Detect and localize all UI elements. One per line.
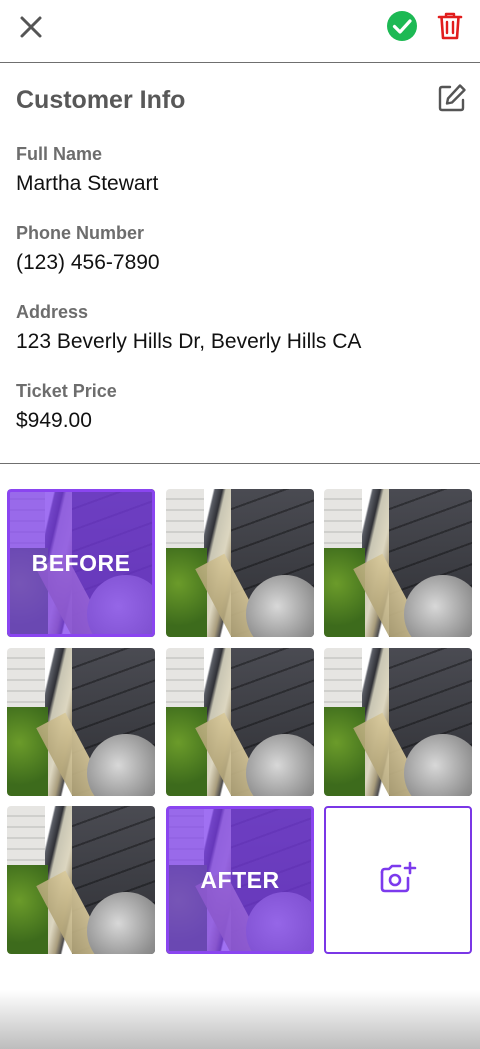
photo-tile-before[interactable]: BEFORE xyxy=(7,489,155,637)
photo xyxy=(7,648,155,796)
section-divider xyxy=(0,463,480,464)
photo-tile[interactable] xyxy=(166,489,314,637)
photo-tile[interactable] xyxy=(324,648,472,796)
photo xyxy=(166,648,314,796)
before-overlay: BEFORE xyxy=(7,489,155,637)
add-photo-button[interactable] xyxy=(324,806,472,954)
bottom-fade xyxy=(0,990,480,1049)
after-label: AFTER xyxy=(200,866,280,893)
ticket-price-label: Ticket Price xyxy=(16,381,117,401)
full-name-label: Full Name xyxy=(16,144,103,164)
photo-tile[interactable] xyxy=(7,648,155,796)
address-value: 123 Beverly Hills Dr, Beverly Hills CA xyxy=(16,330,362,353)
full-name-value: Martha Stewart xyxy=(16,172,159,195)
ticket-price-value: $949.00 xyxy=(16,409,92,432)
photo-tile[interactable] xyxy=(7,806,155,954)
close-icon[interactable] xyxy=(14,10,48,44)
phone-number-value: (123) 456-7890 xyxy=(16,251,160,274)
add-photo-icon xyxy=(378,861,418,900)
section-title: Customer Info xyxy=(16,86,186,114)
before-label: BEFORE xyxy=(31,549,131,576)
edit-icon[interactable] xyxy=(434,80,470,116)
top-toolbar xyxy=(0,0,480,63)
address-label: Address xyxy=(16,302,89,322)
photo xyxy=(7,806,155,954)
phone-number-label: Phone Number xyxy=(16,223,145,243)
photo-tile[interactable] xyxy=(166,648,314,796)
photo xyxy=(324,489,472,637)
photo xyxy=(166,489,314,637)
trash-icon[interactable] xyxy=(434,9,466,43)
check-circle-icon[interactable] xyxy=(385,9,419,43)
photo xyxy=(324,648,472,796)
photo-tile[interactable] xyxy=(324,489,472,637)
after-overlay: AFTER xyxy=(166,806,314,954)
photo-tile-after[interactable]: AFTER xyxy=(166,806,314,954)
